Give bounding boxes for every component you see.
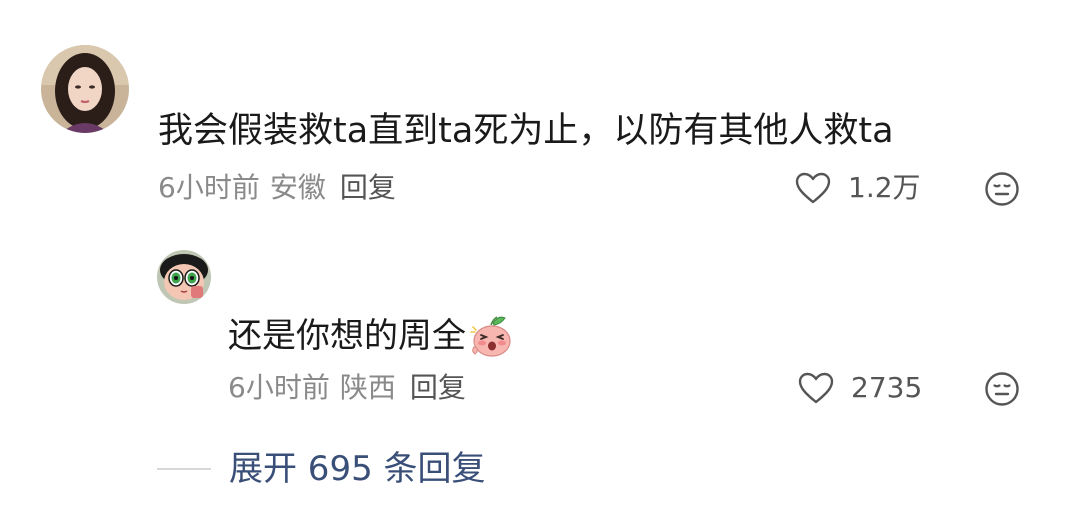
heart-outline-icon: [794, 171, 832, 205]
reply-text-content: 还是你想的周全: [228, 316, 466, 356]
replier-avatar[interactable]: [157, 250, 211, 304]
expand-replies-label: 展开 695 条回复: [229, 449, 486, 489]
comment-meta: 6小时前 安徽 回复: [158, 174, 396, 202]
heart-outline-icon: [797, 371, 835, 405]
comment-location: 安徽: [269, 171, 326, 204]
commenter-avatar[interactable]: [41, 45, 129, 133]
comment-like-count: 1.2万: [848, 171, 921, 204]
reply-dislike-button[interactable]: [984, 371, 1020, 407]
expand-replies-button[interactable]: 展开 695 条回复: [157, 452, 486, 486]
comment-text: 我会假装救ta直到ta死为止，以防有其他人救ta: [158, 111, 894, 151]
reply-reply-button[interactable]: 回复: [410, 374, 466, 402]
comment-like-button[interactable]: 1.2万: [794, 171, 921, 205]
reply-like-count: 2735: [851, 371, 923, 404]
comment-reply-button[interactable]: 回复: [340, 174, 396, 202]
reply-text: 还是你想的周全: [228, 313, 514, 359]
neutral-face-icon: [984, 171, 1020, 207]
comment-time: 6小时前: [158, 171, 260, 204]
reply-meta: 6小时前 陕西 回复: [228, 374, 466, 402]
expand-divider: [157, 468, 211, 470]
comment-dislike-button[interactable]: [984, 171, 1020, 207]
reply-time: 6小时前: [228, 371, 330, 404]
reply-like-button[interactable]: 2735: [797, 371, 922, 405]
shocked-peach-emoji-icon: [468, 313, 514, 359]
neutral-face-icon: [984, 371, 1020, 407]
reply-location: 陕西: [339, 371, 396, 404]
